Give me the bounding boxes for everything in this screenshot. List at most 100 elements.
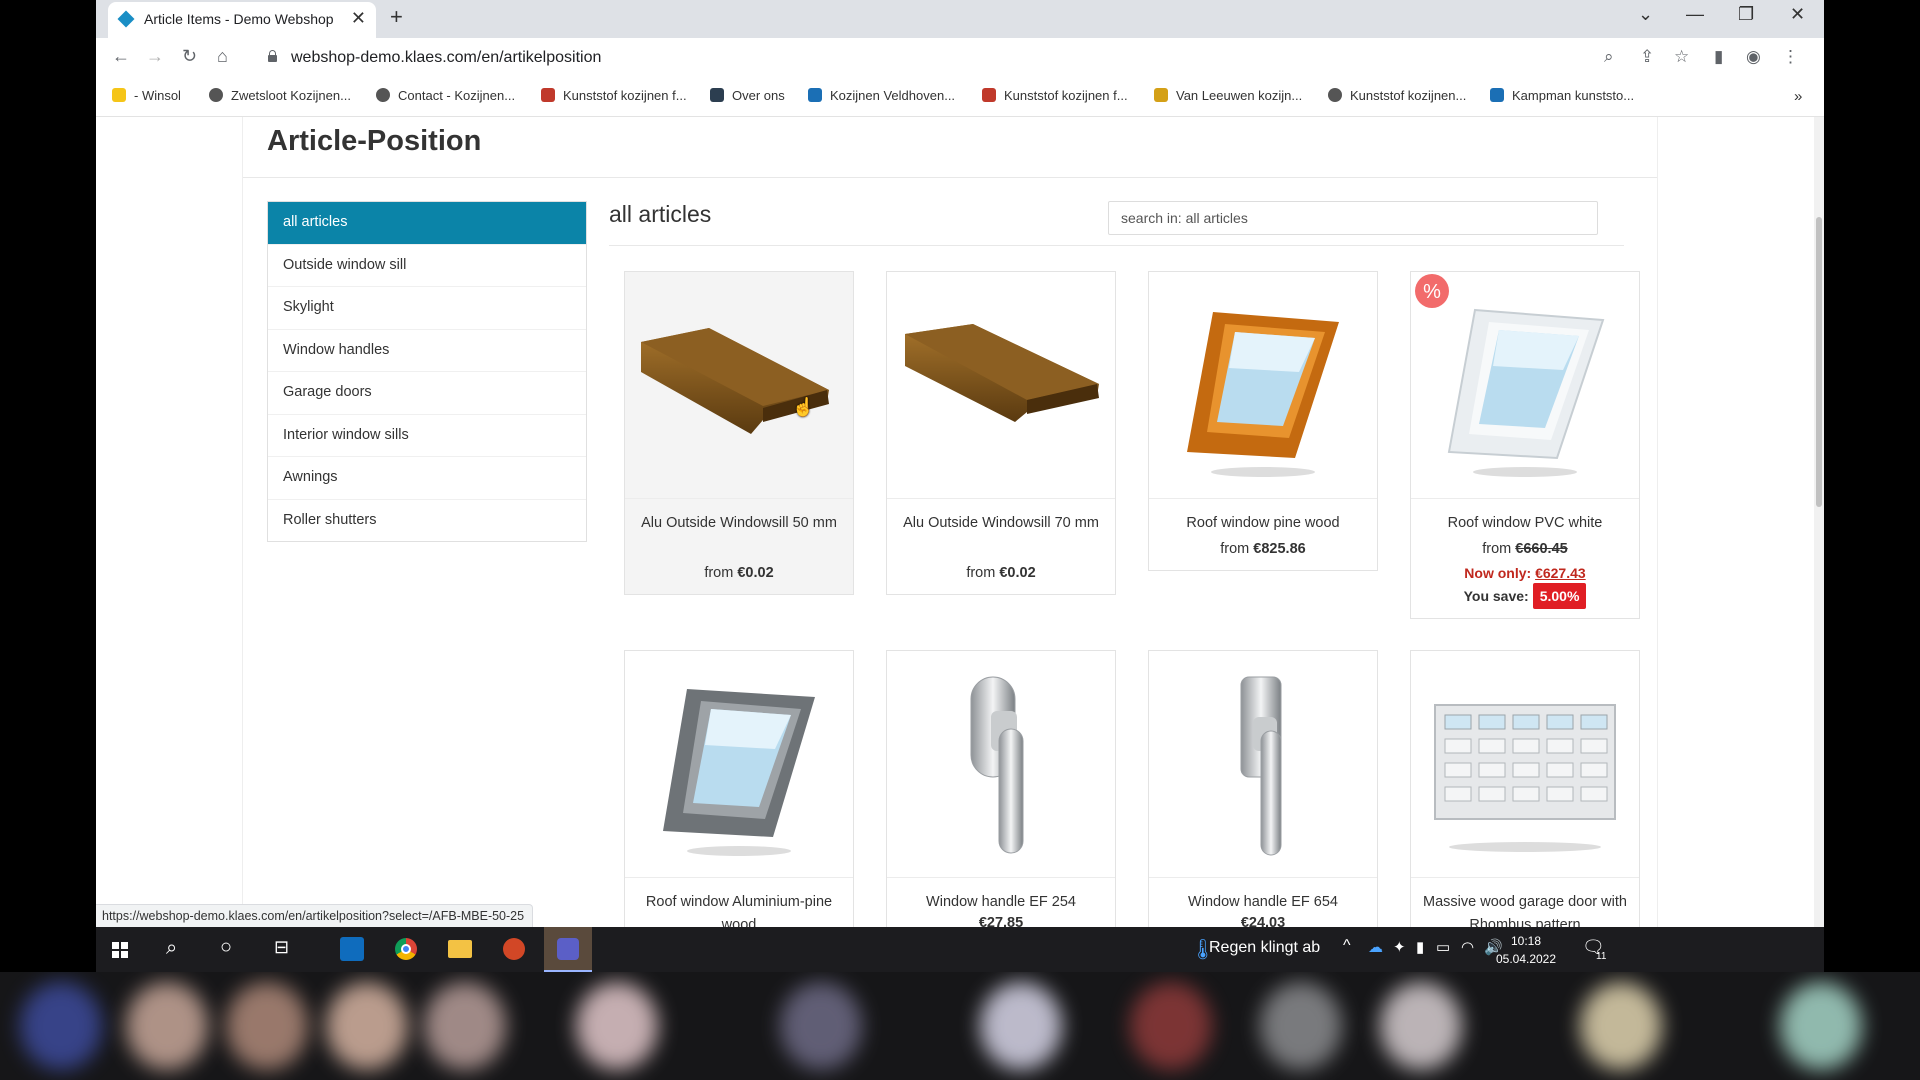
window-close-icon[interactable]: ✕ bbox=[1790, 4, 1805, 25]
new-tab-icon[interactable]: + bbox=[390, 4, 403, 30]
windows-start-icon[interactable] bbox=[112, 942, 128, 958]
product-name[interactable]: Window handle EF 654 bbox=[1155, 891, 1371, 914]
product-card[interactable]: Roof window pine wood from €825.86 bbox=[1148, 271, 1378, 571]
bookmark-favicon-icon bbox=[982, 88, 996, 102]
category-outside-window-sill[interactable]: Outside window sill bbox=[268, 245, 586, 287]
product-card[interactable]: Roof window Aluminium-pine wood bbox=[624, 650, 854, 927]
more-bookmarks-icon[interactable]: » bbox=[1794, 88, 1802, 105]
bookmark-9[interactable]: Kampman kunststo... bbox=[1490, 88, 1634, 103]
window-handle-image bbox=[887, 676, 1115, 878]
product-card[interactable]: Window handle EF 654 €24.03 bbox=[1148, 650, 1378, 927]
bookmark-6[interactable]: Kunststof kozijnen f... bbox=[982, 88, 1128, 103]
cortana-icon[interactable]: ○ bbox=[220, 936, 232, 959]
windowsill-image bbox=[887, 324, 1115, 499]
outlook-app-icon[interactable] bbox=[328, 927, 376, 972]
participant-thumbnail bbox=[1380, 982, 1462, 1070]
mouse-cursor-icon: ☝ bbox=[792, 397, 815, 417]
file-explorer-icon[interactable] bbox=[436, 927, 484, 972]
menu-kebab-icon[interactable]: ⋮ bbox=[1782, 47, 1799, 67]
product-name[interactable]: Roof window pine wood bbox=[1155, 512, 1371, 535]
participant-thumbnail bbox=[980, 982, 1062, 1070]
discount-badge-icon: % bbox=[1415, 274, 1449, 308]
close-tab-icon[interactable]: ✕ bbox=[351, 8, 366, 29]
zoom-icon[interactable]: ⌕ bbox=[1604, 47, 1614, 67]
globe-icon bbox=[209, 88, 223, 102]
participant-thumbnail bbox=[20, 982, 102, 1070]
product-card[interactable]: Window handle EF 254 €27.85 bbox=[886, 650, 1116, 927]
bookmark-7[interactable]: Van Leeuwen kozijn... bbox=[1154, 88, 1302, 103]
profile-avatar-icon[interactable]: ◉ bbox=[1746, 47, 1761, 67]
category-skylight[interactable]: Skylight bbox=[268, 287, 586, 330]
window-handle-image bbox=[1149, 676, 1377, 878]
reload-icon[interactable]: ↻ bbox=[182, 46, 197, 67]
bookmarks-bar: - Winsol Zwetsloot Kozijnen... Contact -… bbox=[96, 80, 1824, 117]
teams-app-icon[interactable] bbox=[544, 927, 592, 972]
category-awnings[interactable]: Awnings bbox=[268, 457, 586, 500]
bookmark-favicon-icon bbox=[1490, 88, 1504, 102]
product-name[interactable]: Roof window PVC white bbox=[1417, 512, 1633, 535]
product-name[interactable]: Alu Outside Windowsill 50 mm bbox=[631, 512, 847, 535]
task-view-icon[interactable]: ⊟ bbox=[274, 937, 289, 958]
product-card[interactable]: Alu Outside Windowsill 50 mm from €0.02 … bbox=[624, 271, 854, 595]
bookmark-2[interactable]: Contact - Kozijnen... bbox=[376, 88, 515, 103]
product-price: from €0.02 bbox=[704, 565, 774, 581]
bookmark-0[interactable]: - Winsol bbox=[112, 88, 181, 103]
notification-count: 11 bbox=[1596, 951, 1607, 962]
divider bbox=[609, 245, 1624, 246]
address-bar[interactable]: webshop-demo.klaes.com/en/artikelpositio… bbox=[291, 49, 601, 67]
category-window-handles[interactable]: Window handles bbox=[268, 330, 586, 372]
weather-text[interactable]: Regen klingt ab bbox=[1209, 939, 1320, 957]
browser-tab[interactable]: Article Items - Demo Webshop ✕ bbox=[108, 2, 376, 38]
link-status-bar: https://webshop-demo.klaes.com/en/artike… bbox=[96, 904, 534, 928]
chrome-app-icon[interactable] bbox=[382, 927, 430, 972]
onedrive-icon[interactable]: ☁ bbox=[1368, 938, 1383, 956]
powerpoint-app-icon[interactable] bbox=[490, 927, 538, 972]
browser-titlebar: Article Items - Demo Webshop ✕ + ⌄ — ❐ ✕ bbox=[96, 0, 1824, 38]
product-name[interactable]: Roof window Aluminium-pine wood bbox=[631, 891, 847, 927]
product-card[interactable]: Massive wood garage door with Rhombus pa… bbox=[1410, 650, 1640, 927]
bookmark-4[interactable]: Over ons bbox=[710, 88, 785, 103]
participant-thumbnail bbox=[326, 982, 408, 1070]
microphone-icon[interactable]: ▮ bbox=[1416, 938, 1424, 956]
lock-icon[interactable] bbox=[268, 50, 277, 62]
product-name[interactable]: Window handle EF 254 bbox=[893, 891, 1109, 914]
clock[interactable]: 10:18 05.04.2022 bbox=[1491, 932, 1561, 968]
side-panel-icon[interactable]: ▮ bbox=[1714, 47, 1723, 67]
category-garage-doors[interactable]: Garage doors bbox=[268, 372, 586, 415]
bookmark-favicon-icon bbox=[1154, 88, 1168, 102]
category-interior-window-sills[interactable]: Interior window sills bbox=[268, 415, 586, 457]
bookmark-1[interactable]: Zwetsloot Kozijnen... bbox=[209, 88, 351, 103]
roof-window-wood-image bbox=[1149, 312, 1377, 499]
back-icon[interactable]: ← bbox=[112, 46, 130, 67]
battery-icon[interactable]: ▭ bbox=[1436, 938, 1450, 956]
participant-thumbnail bbox=[1780, 982, 1862, 1070]
tray-chevron-icon[interactable]: ^ bbox=[1343, 937, 1351, 955]
forward-icon[interactable]: → bbox=[146, 46, 164, 67]
webpage: Article-Position all articles Outside wi… bbox=[96, 117, 1814, 927]
tab-search-icon[interactable]: ⌄ bbox=[1638, 4, 1653, 25]
search-icon[interactable]: ⌕ bbox=[166, 937, 177, 960]
search-input[interactable] bbox=[1108, 201, 1598, 235]
restore-icon[interactable]: ❐ bbox=[1738, 4, 1754, 25]
product-name[interactable]: Massive wood garage door with Rhombus pa… bbox=[1417, 891, 1633, 927]
category-roller-shutters[interactable]: Roller shutters bbox=[268, 500, 586, 542]
product-name[interactable]: Alu Outside Windowsill 70 mm bbox=[893, 512, 1109, 535]
share-icon[interactable]: ⇪ bbox=[1640, 47, 1654, 67]
product-card[interactable]: % Roof window PVC white from €660.45 Now… bbox=[1410, 271, 1640, 619]
globe-icon bbox=[376, 88, 390, 102]
bookmark-favicon-icon bbox=[541, 88, 555, 102]
bookmark-5[interactable]: Kozijnen Veldhoven... bbox=[808, 88, 955, 103]
category-all-articles[interactable]: all articles bbox=[268, 202, 586, 245]
scrollbar-thumb[interactable] bbox=[1816, 217, 1822, 507]
windowsill-image bbox=[625, 328, 853, 499]
bookmark-star-icon[interactable]: ☆ bbox=[1674, 47, 1689, 67]
dropbox-icon[interactable]: ✦ bbox=[1393, 938, 1406, 956]
bookmark-8[interactable]: Kunststof kozijnen... bbox=[1328, 88, 1466, 103]
page-scrollbar[interactable] bbox=[1814, 117, 1824, 927]
bookmark-3[interactable]: Kunststof kozijnen f... bbox=[541, 88, 687, 103]
home-icon[interactable]: ⌂ bbox=[217, 46, 228, 67]
product-card[interactable]: Alu Outside Windowsill 70 mm from €0.02 bbox=[886, 271, 1116, 595]
wifi-icon[interactable]: ◠ bbox=[1461, 938, 1474, 956]
minimize-icon[interactable]: — bbox=[1686, 4, 1704, 25]
garage-door-image bbox=[1411, 704, 1639, 878]
